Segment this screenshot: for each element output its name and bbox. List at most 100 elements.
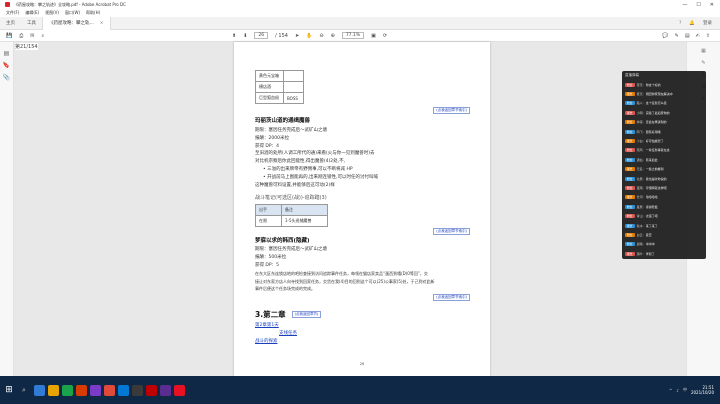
chat-badge: 舰长 bbox=[625, 92, 635, 97]
volume-icon[interactable]: ♪ bbox=[676, 388, 679, 393]
create-pdf-icon[interactable]: ▦ bbox=[701, 48, 706, 54]
highlight-icon[interactable]: ▤ bbox=[685, 33, 690, 39]
chat-text: 很有好用哦 bbox=[645, 129, 661, 134]
hand-tool-icon[interactable]: ✋ bbox=[306, 33, 312, 39]
next-page-icon[interactable]: ⬇ bbox=[243, 33, 247, 39]
help-icon[interactable]: ? bbox=[679, 21, 681, 26]
table-cell: 1-5头巡捕魔兽 bbox=[281, 215, 328, 228]
sign-icon[interactable]: ✍ bbox=[696, 33, 700, 39]
chat-text: 还会在再讲到的 bbox=[645, 120, 667, 125]
chat-message: 粉丝 星辰: 感谢老板 bbox=[622, 202, 706, 211]
pdf-page: 黄色元宝箱 横店酒 巨型狐血殺 BOSS (点我返回章节索引) 玛丽茨山道的通缉魔… bbox=[234, 42, 490, 376]
taskbar-app-icon[interactable] bbox=[76, 384, 87, 396]
taskbar-app-icon[interactable] bbox=[160, 384, 171, 396]
taskbar-app-icon[interactable] bbox=[104, 384, 115, 396]
taskbar-app-icon[interactable] bbox=[146, 384, 157, 396]
chat-message: 舰长 夏天: 刚回你家现在解决中 bbox=[622, 89, 706, 98]
menu-edit[interactable]: 编辑(E) bbox=[25, 10, 39, 16]
chat-badge: 粉丝 bbox=[625, 101, 635, 106]
back-to-index-link[interactable]: (点我返回章节索引) bbox=[433, 107, 470, 114]
mail-icon[interactable]: ✉ bbox=[30, 33, 34, 39]
chat-badge: 粉丝 bbox=[625, 204, 635, 209]
tab-home[interactable]: 主页 bbox=[0, 20, 21, 26]
zoom-out-icon[interactable]: ⊖ bbox=[319, 33, 323, 39]
toc-link-day1[interactable]: 第2章第1天 bbox=[255, 322, 470, 330]
table-cell: 横店酒 bbox=[255, 81, 284, 93]
prev-page-icon[interactable]: ⬆ bbox=[232, 33, 236, 39]
maximize-button[interactable]: ☐ bbox=[696, 2, 700, 8]
start-button[interactable]: ⊞ bbox=[0, 376, 18, 404]
notification-icon[interactable]: 🔔 bbox=[689, 21, 695, 26]
page-number-input[interactable]: 26 bbox=[254, 32, 269, 39]
chat-message: 舰长 落叶: 学到了 bbox=[622, 249, 706, 258]
minimize-button[interactable]: — bbox=[682, 2, 687, 8]
chat-message: 舰长 小明: 实验了最后家你的 bbox=[622, 108, 706, 117]
chat-badge: 粉丝 bbox=[625, 120, 635, 125]
rotate-icon[interactable]: ⟳ bbox=[383, 33, 387, 39]
taskbar-app-icon[interactable] bbox=[132, 384, 143, 396]
chat-text: 来了来了 bbox=[645, 223, 658, 228]
table-cell bbox=[283, 81, 304, 93]
attachments-icon[interactable]: 📎 bbox=[3, 74, 10, 81]
close-button[interactable]: ✕ bbox=[710, 2, 714, 8]
taskbar-apps bbox=[34, 384, 185, 396]
chat-badge: 粉丝 bbox=[625, 242, 635, 247]
chat-text: 可惜啊就这样吧 bbox=[645, 185, 667, 190]
chat-message: 粉丝 阿飞: 很有好用哦 bbox=[622, 127, 706, 136]
chat-badge: 粉丝 bbox=[625, 214, 635, 219]
zoom-in-icon[interactable]: ⊕ bbox=[331, 33, 335, 39]
clock[interactable]: 21:51 2021/10/20 bbox=[691, 385, 714, 395]
live-chat-panel[interactable]: 直播弹幕 粉丝 苍天: 你这个好的 舰长 夏天: 刚回你家现在解决中 粉丝 路人: 这个任务怎么… bbox=[622, 71, 706, 259]
back-to-index-link[interactable]: (点我返回章节索引) bbox=[433, 228, 470, 236]
chat-text: 实验了最后家你的 bbox=[645, 110, 670, 115]
bookmarks-icon[interactable]: 🔖 bbox=[3, 62, 10, 69]
chat-text: 原来如此 bbox=[645, 157, 658, 162]
menu-view[interactable]: 视图(V) bbox=[45, 10, 59, 16]
text-line: 报酬：500米拉 bbox=[255, 255, 287, 261]
menu-window[interactable]: 窗口(W) bbox=[65, 10, 80, 16]
chat-badge: 舰长 bbox=[625, 251, 635, 256]
taskbar-app-icon[interactable] bbox=[90, 384, 101, 396]
taskbar-app-icon[interactable] bbox=[48, 384, 59, 396]
page-label: 第21/154 bbox=[15, 43, 38, 50]
back-to-index-link[interactable]: (点我返回章节索引) bbox=[433, 294, 470, 302]
chat-text: 我也是听你说的 bbox=[645, 176, 667, 181]
table-cell bbox=[283, 70, 304, 82]
print-icon[interactable]: ⎙ bbox=[19, 33, 23, 39]
taskbar-app-icon[interactable] bbox=[62, 384, 73, 396]
chat-text: 哈哈哈哈 bbox=[645, 195, 658, 200]
comment-icon[interactable]: 💬 bbox=[662, 33, 668, 39]
taskbar-app-icon[interactable] bbox=[34, 384, 45, 396]
text-line: 接让对东家方店人向寺找到回家任务，交货在我(4)目的回到这个可以(25)公事家(… bbox=[255, 278, 435, 284]
taskbar-app-icon[interactable] bbox=[174, 384, 185, 396]
table-cell: 在限 bbox=[255, 215, 282, 228]
close-tab-icon[interactable]: × bbox=[100, 21, 104, 26]
table-cell: 黄色元宝箱 bbox=[255, 70, 284, 82]
chapter-index-link[interactable]: (点我返回章节) bbox=[291, 311, 322, 319]
menu-help[interactable]: 帮助(H) bbox=[86, 10, 100, 16]
page-thumbnails-icon[interactable]: ▤ bbox=[4, 50, 10, 57]
tab-tools[interactable]: 工具 bbox=[21, 20, 42, 26]
save-icon[interactable]: 💾 bbox=[6, 33, 12, 39]
tray-expand-icon[interactable]: ^ bbox=[669, 388, 672, 393]
toc-link-explore[interactable]: 战斗的探索 bbox=[255, 338, 470, 346]
pen-icon[interactable]: ✎ bbox=[675, 33, 679, 39]
page-total: / 154 bbox=[275, 32, 288, 39]
edit-pdf-icon[interactable]: ✎ bbox=[701, 60, 705, 66]
fit-page-icon[interactable]: ▣ bbox=[371, 33, 376, 39]
zoom-level-select[interactable]: 77.1% bbox=[341, 32, 365, 39]
document-viewer[interactable]: 黄色元宝箱 横店酒 巨型狐血殺 BOSS (点我返回章节索引) 玛丽茨山道的通缉魔… bbox=[14, 42, 686, 376]
toc-link-sidequest[interactable]: 支线任务 bbox=[255, 330, 470, 338]
chat-text: 这个任务怎么接 bbox=[645, 101, 667, 106]
signin-button[interactable]: 登录 bbox=[703, 20, 712, 26]
search-icon[interactable]: ⌕ bbox=[41, 33, 44, 39]
chat-text: 赞赏 bbox=[645, 232, 652, 237]
taskbar-app-icon[interactable] bbox=[118, 384, 129, 396]
taskbar-search-icon[interactable]: ⌕ bbox=[18, 386, 30, 395]
chat-username: 夜雨: bbox=[636, 185, 644, 190]
menu-file[interactable]: 文件(F) bbox=[6, 10, 19, 16]
tab-document[interactable]: 《药屋攻略：攀之轨... × bbox=[42, 16, 111, 30]
input-method-icon[interactable]: 中 bbox=[683, 387, 687, 393]
select-tool-icon[interactable]: ➤ bbox=[295, 33, 299, 39]
share-icon[interactable]: ⇪ bbox=[706, 33, 710, 39]
